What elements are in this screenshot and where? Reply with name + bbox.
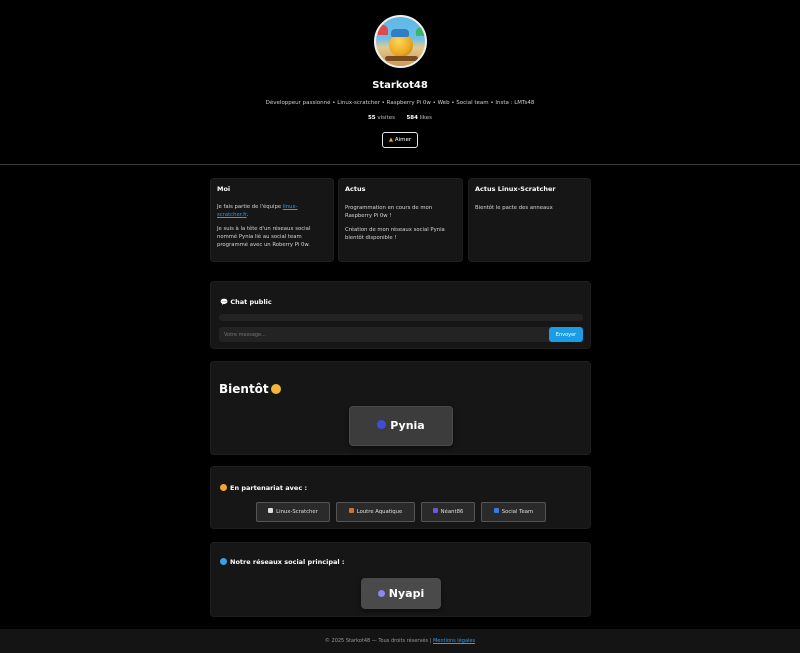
partner-label: Néant86 xyxy=(440,509,464,515)
chat-messages-area xyxy=(219,314,583,321)
chat-send-button[interactable]: Envoyer xyxy=(549,327,583,342)
avatar-hat-shape xyxy=(391,29,409,37)
nyapi-button[interactable]: Nyapi xyxy=(361,578,441,609)
like-button[interactable]: ▲ Aimer xyxy=(382,132,418,148)
coming-soon-title: Bientôt xyxy=(219,382,281,396)
partners-title: En partenariat avec : xyxy=(220,484,307,492)
coming-soon-title-text: Bientôt xyxy=(219,382,269,396)
avatar-umbrella-shape xyxy=(378,25,388,35)
footer: © 2025 Starkot48 — Tous droits réservés … xyxy=(0,629,800,653)
partner-label: Social Team xyxy=(501,509,534,515)
card-moi-text-1-prefix: Je fais partie de l'équipe xyxy=(217,204,283,210)
card-moi-title: Moi xyxy=(217,185,231,193)
partner-label: Loutre Aquatique xyxy=(356,509,403,515)
card-moi-text-2: Je suis à la tête d'un réseaux social no… xyxy=(217,226,311,248)
fire-icon: ▲ xyxy=(388,137,394,143)
likes-label: likes xyxy=(419,115,433,121)
otter-icon xyxy=(348,508,354,513)
partner-social-team-button[interactable]: Social Team xyxy=(481,502,546,522)
username: Starkot48 xyxy=(372,80,428,91)
avatar xyxy=(374,15,427,68)
partner-neant86-button[interactable]: Néant86 xyxy=(421,502,475,522)
handshake-icon xyxy=(220,484,227,491)
penguin-icon xyxy=(268,508,274,513)
card-linux-text: Bientôt le pacte des anneaux xyxy=(475,205,553,211)
avatar-umbrella-shape-2 xyxy=(416,27,425,36)
avatar-board-shape xyxy=(385,56,418,61)
stats: 55 visites 584 likes xyxy=(0,115,800,121)
main-social-section: Notre réseaux social principal : Nyapi xyxy=(210,542,591,617)
card-actus-text-1: Programmation en cours de mon Raspberry … xyxy=(345,205,433,219)
main-social-title-text: Notre réseaux social principal : xyxy=(230,558,345,566)
footer-copyright: © 2025 Starkot48 — Tous droits réservés … xyxy=(324,638,433,644)
partner-loutre-aquatique-button[interactable]: Loutre Aquatique xyxy=(336,502,415,522)
card-moi: Moi Je fais partie de l'équipe linux-scr… xyxy=(210,178,334,262)
nyapi-button-label: Nyapi xyxy=(388,587,425,600)
card-linux-title: Actus Linux-Scratcher xyxy=(475,185,556,193)
bio: Développeur passionné • Linux-scratcher … xyxy=(265,100,535,106)
coming-soon-section: Bientôt Pynia xyxy=(210,361,591,455)
partners-section: En partenariat avec : Linux-Scratcher Lo… xyxy=(210,466,591,529)
link-icon xyxy=(493,508,499,513)
chat-title: 💬 Chat public xyxy=(220,298,272,306)
likes-count: 584 xyxy=(406,115,418,121)
card-moi-text-1-suffix: . xyxy=(246,212,249,218)
like-button-label: Aimer xyxy=(394,137,412,143)
partner-linux-scratcher-button[interactable]: Linux-Scratcher xyxy=(256,502,330,522)
paw-icon xyxy=(377,590,385,597)
smiley-icon xyxy=(270,384,281,394)
main-social-title: Notre réseaux social principal : xyxy=(220,558,344,566)
globe-icon xyxy=(377,420,387,429)
partners-title-text: En partenariat avec : xyxy=(230,484,308,492)
partner-label: Linux-Scratcher xyxy=(276,509,318,515)
visits-label: visites xyxy=(377,115,395,121)
card-actus-text-2: Création de mon réseaux social Pynia bie… xyxy=(345,227,445,241)
globe-icon xyxy=(220,558,227,565)
chat-section: 💬 Chat public Envoyer xyxy=(210,281,591,349)
legal-notice-link[interactable]: Mentions légales xyxy=(433,638,475,644)
card-linux-news: Actus Linux-Scratcher Bientôt le pacte d… xyxy=(468,178,591,262)
pynia-button[interactable]: Pynia xyxy=(349,406,453,446)
card-actus-title: Actus xyxy=(345,185,366,193)
card-actus: Actus Programmation en cours de mon Rasp… xyxy=(338,178,463,262)
void-icon xyxy=(432,508,438,513)
chat-message-input[interactable] xyxy=(219,327,555,342)
visits-count: 55 xyxy=(367,115,376,121)
pynia-button-label: Pynia xyxy=(390,419,425,432)
profile-header: Starkot48 Développeur passionné • Linux-… xyxy=(0,0,800,165)
card-moi-text-1: Je fais partie de l'équipe linux-scratch… xyxy=(217,203,327,219)
